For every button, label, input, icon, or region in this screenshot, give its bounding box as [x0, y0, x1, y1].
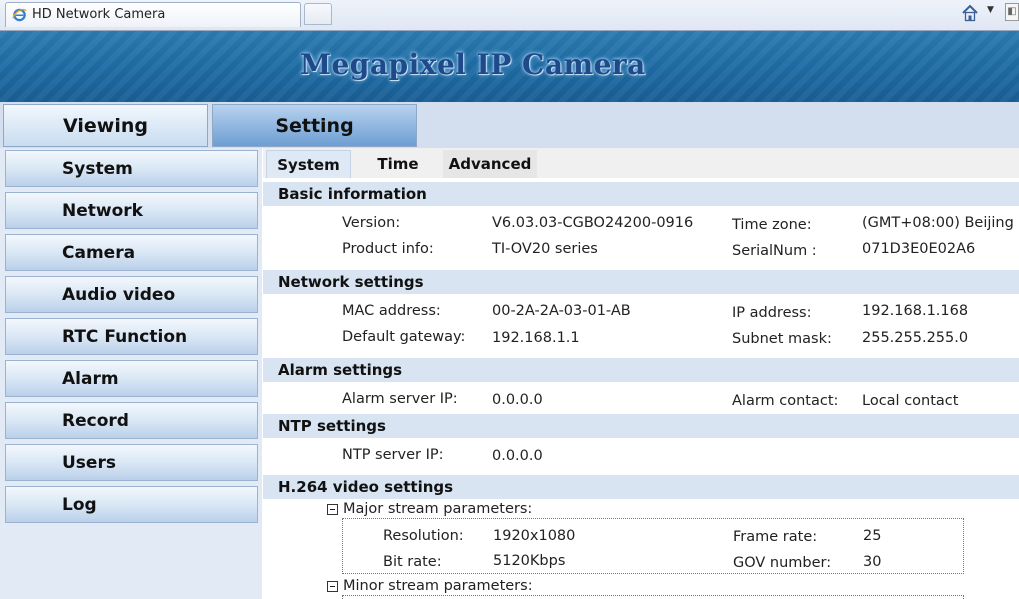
main-tab-bar: Viewing Setting [0, 102, 1019, 148]
chevron-down-icon[interactable]: ▼ [987, 5, 994, 15]
sidebar-item-camera[interactable]: Camera [5, 234, 258, 271]
subnet-mask-label: Subnet mask: [732, 331, 832, 347]
sidebar-item-alarm[interactable]: Alarm [5, 360, 258, 397]
timezone-value: (GMT+08:00) Beijing [862, 215, 1014, 231]
version-value: V6.03.03-CGBO24200-0916 [492, 215, 694, 231]
frame-rate-value: 25 [863, 528, 882, 544]
mac-address-label: MAC address: [342, 303, 441, 319]
serial-num-label: SerialNum : [732, 243, 817, 259]
default-gateway-label: Default gateway: [342, 329, 466, 345]
ie-page-icon [12, 8, 27, 22]
product-info-label: Product info: [342, 241, 434, 257]
ntp-server-ip-label: NTP server IP: [342, 447, 444, 463]
sidebar-item-log[interactable]: Log [5, 486, 258, 523]
gov-number-label: GOV number: [733, 555, 832, 571]
sidebar-item-users[interactable]: Users [5, 444, 258, 481]
sidebar-item-record[interactable]: Record [5, 402, 258, 439]
serial-num-value: 071D3E0E02A6 [862, 241, 976, 257]
tab-time[interactable]: Time [361, 150, 435, 178]
bit-rate-value: 5120Kbps [493, 553, 566, 569]
resolution-label: Resolution: [383, 528, 464, 544]
header-banner: Megapixel IP Camera [0, 31, 1019, 102]
product-info-value: TI-OV20 series [492, 241, 598, 257]
frame-rate-label: Frame rate: [733, 529, 818, 545]
minor-stream-title: Minor stream parameters: [343, 578, 533, 594]
tab-viewing[interactable]: Viewing [3, 104, 208, 147]
sidebar: System Network Camera Audio video RTC Fu… [0, 148, 262, 599]
browser-tab[interactable]: HD Network Camera [5, 2, 301, 27]
browser-tab-title: HD Network Camera [32, 7, 166, 22]
banner-title: Megapixel IP Camera [300, 48, 646, 81]
resolution-value: 1920x1080 [493, 528, 576, 544]
ip-address-value: 192.168.1.168 [862, 303, 969, 319]
feed-icon[interactable]: ◧ [1005, 3, 1019, 21]
default-gateway-value: 192.168.1.1 [492, 330, 580, 346]
section-h264-video-settings: H.264 video settings [263, 475, 1019, 499]
sidebar-item-rtc-function[interactable]: RTC Function [5, 318, 258, 355]
alarm-contact-label: Alarm contact: [732, 393, 839, 409]
alarm-server-ip-value: 0.0.0.0 [492, 392, 543, 408]
main-content: System Time Advanced Basic information V… [263, 148, 1019, 599]
minor-stream-box [342, 595, 964, 599]
tab-system[interactable]: System [266, 150, 351, 178]
gov-number-value: 30 [863, 554, 882, 570]
mac-address-value: 00-2A-2A-03-01-AB [492, 303, 631, 319]
browser-tab-bar: HD Network Camera ▼ ◧ [0, 0, 1019, 31]
sidebar-item-system[interactable]: System [5, 150, 258, 187]
home-icon[interactable] [960, 3, 980, 23]
alarm-server-ip-label: Alarm server IP: [342, 391, 458, 407]
section-basic-information: Basic information [263, 182, 1019, 206]
section-network-settings: Network settings [263, 270, 1019, 294]
alarm-contact-value: Local contact [862, 393, 959, 409]
section-alarm-settings: Alarm settings [263, 358, 1019, 382]
collapse-minor-stream-icon[interactable] [327, 581, 338, 592]
major-stream-title: Major stream parameters: [343, 501, 533, 517]
version-label: Version: [342, 215, 401, 231]
sidebar-item-network[interactable]: Network [5, 192, 258, 229]
ip-address-label: IP address: [732, 305, 812, 321]
section-ntp-settings: NTP settings [263, 414, 1019, 438]
sub-tab-bar: System Time Advanced [263, 148, 1019, 178]
sidebar-item-audio-video[interactable]: Audio video [5, 276, 258, 313]
subnet-mask-value: 255.255.255.0 [862, 330, 969, 346]
new-tab-button[interactable] [304, 3, 332, 25]
ntp-server-ip-value: 0.0.0.0 [492, 448, 543, 464]
timezone-label: Time zone: [732, 217, 812, 233]
collapse-major-stream-icon[interactable] [327, 504, 338, 515]
bit-rate-label: Bit rate: [383, 554, 442, 570]
tab-advanced[interactable]: Advanced [443, 150, 537, 178]
tab-setting[interactable]: Setting [212, 104, 417, 147]
